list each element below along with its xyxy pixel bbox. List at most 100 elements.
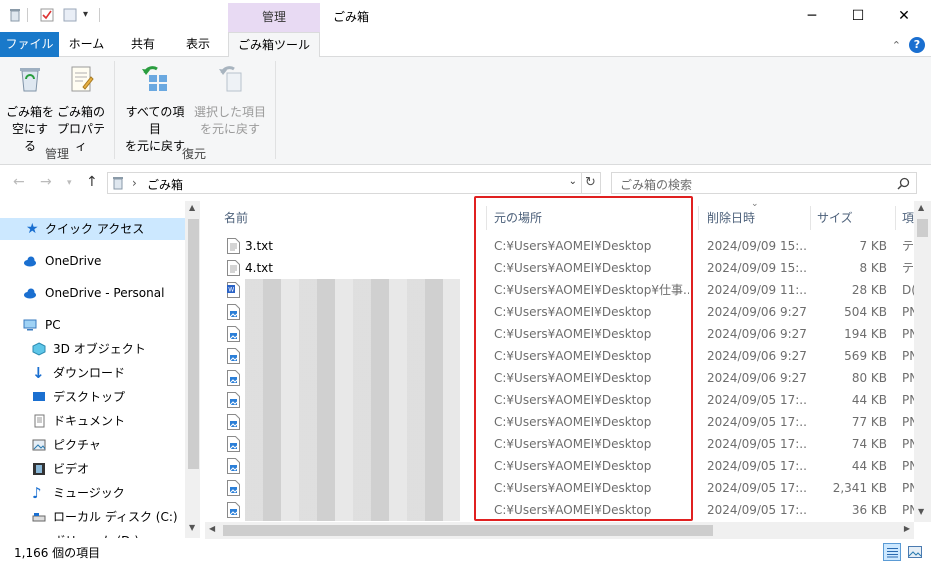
back-arrow-icon[interactable]: ← xyxy=(13,174,25,190)
nav-quick-access-label: クイック アクセス xyxy=(45,222,145,236)
file-deleted-date: 2024/09/05 17:... xyxy=(707,459,807,473)
file-type: PN xyxy=(902,305,914,319)
close-button[interactable]: ✕ xyxy=(881,0,927,32)
tab-share[interactable]: 共有 xyxy=(116,32,170,57)
restore-all-button[interactable]: すべての項目 を元に戻す xyxy=(120,63,190,155)
download-arrow-icon: ↓ xyxy=(32,364,45,382)
search-icon[interactable] xyxy=(897,177,910,190)
address-dropdown-icon[interactable]: ⌄ xyxy=(569,176,577,187)
nav-downloads[interactable]: ↓ ダウンロード xyxy=(0,362,185,384)
horizontal-scrollbar[interactable]: ◀ ▶ xyxy=(205,522,914,539)
file-deleted-date: 2024/09/06 9:27 xyxy=(707,305,807,319)
nav-videos-label: ビデオ xyxy=(53,462,90,476)
file-row[interactable]: C:¥Users¥AOMEI¥Desktop 2024/09/05 17:... 3… xyxy=(200,499,914,521)
nav-pc[interactable]: PC xyxy=(0,314,185,336)
details-view-button[interactable] xyxy=(883,543,901,561)
new-folder-quick-icon[interactable] xyxy=(63,8,77,22)
nav-3d-objects[interactable]: 3D オブジェクト xyxy=(0,338,185,360)
scroll-up-icon[interactable]: ▲ xyxy=(918,203,924,212)
scroll-down-icon[interactable]: ▼ xyxy=(189,523,195,532)
large-icons-view-button[interactable] xyxy=(906,543,924,561)
properties-quick-icon[interactable] xyxy=(40,8,54,22)
file-row[interactable]: C:¥Users¥AOMEI¥Desktop 2024/09/05 17:... 2… xyxy=(200,477,914,499)
maximize-icon: ☐ xyxy=(851,8,865,24)
file-list-scroll-thumb[interactable] xyxy=(917,219,928,237)
breadcrumb-recycle-bin[interactable]: ごみ箱 xyxy=(147,176,183,193)
file-type: D( xyxy=(902,283,914,297)
nav-quick-access[interactable]: ★ クイック アクセス xyxy=(0,218,185,240)
file-row[interactable]: W C:¥Users¥AOMEI¥Desktop¥仕事... 2024/09/09 … xyxy=(200,279,914,301)
forward-arrow-icon[interactable]: → xyxy=(40,174,52,190)
file-row[interactable]: 4.txt C:¥Users¥AOMEI¥Desktop 2024/09/09 15… xyxy=(200,257,914,279)
column-separator[interactable] xyxy=(810,206,811,230)
tab-file[interactable]: ファイル xyxy=(0,32,59,57)
help-icon[interactable]: ? xyxy=(909,37,925,53)
nav-onedrive-personal[interactable]: OneDrive - Personal xyxy=(0,282,185,304)
file-row[interactable]: C:¥Users¥AOMEI¥Desktop 2024/09/06 9:27 80 … xyxy=(200,367,914,389)
refresh-button[interactable]: ↻ xyxy=(581,172,601,194)
column-separator[interactable] xyxy=(486,206,487,230)
horizontal-scroll-thumb[interactable] xyxy=(223,525,713,536)
star-icon: ★ xyxy=(26,221,39,237)
tab-home[interactable]: ホーム xyxy=(59,32,114,57)
recycle-bin-properties-button[interactable]: ごみ箱の プロパティ xyxy=(56,63,106,155)
file-row[interactable]: C:¥Users¥AOMEI¥Desktop 2024/09/05 17:... 4… xyxy=(200,389,914,411)
up-arrow-icon[interactable]: ↑ xyxy=(86,174,98,190)
column-header-deleted[interactable]: 削除日時 xyxy=(707,206,755,230)
file-row[interactable]: C:¥Users¥AOMEI¥Desktop 2024/09/06 9:27 504… xyxy=(200,301,914,323)
scroll-down-icon[interactable]: ▼ xyxy=(918,507,924,516)
group-separator xyxy=(275,61,276,159)
context-tab-manage: 管理 xyxy=(228,3,320,32)
file-size: 28 KB xyxy=(851,283,887,297)
nav-music[interactable]: ♪ ミュージック xyxy=(0,482,185,504)
nav-scroll-thumb[interactable] xyxy=(188,219,199,469)
file-original-location: C:¥Users¥AOMEI¥Desktop xyxy=(494,481,652,495)
column-separator[interactable] xyxy=(698,206,699,230)
file-size: 36 KB xyxy=(851,503,887,517)
nav-volume-d[interactable]: ボリューム (D:) xyxy=(0,530,185,538)
file-name[interactable]: 3.txt xyxy=(245,235,273,257)
column-separator[interactable] xyxy=(895,206,896,230)
nav-desktop[interactable]: デスクトップ xyxy=(0,386,185,408)
file-row[interactable]: C:¥Users¥AOMEI¥Desktop 2024/09/06 9:27 569… xyxy=(200,345,914,367)
column-header-size[interactable]: サイズ xyxy=(817,206,853,230)
file-row[interactable]: C:¥Users¥AOMEI¥Desktop 2024/09/05 17:... 7… xyxy=(200,411,914,433)
nav-onedrive[interactable]: OneDrive xyxy=(0,250,185,272)
file-row[interactable]: C:¥Users¥AOMEI¥Desktop 2024/09/05 17:... 4… xyxy=(200,455,914,477)
scroll-right-icon[interactable]: ▶ xyxy=(904,524,910,533)
address-bar[interactable]: › ごみ箱 ⌄ xyxy=(107,172,582,194)
image-file-icon xyxy=(227,370,240,386)
maximize-button[interactable]: ☐ xyxy=(835,0,881,32)
nav-local-disk[interactable]: ローカル ディスク (C:) xyxy=(0,506,185,528)
image-file-icon xyxy=(227,304,240,320)
file-row[interactable]: 3.txt C:¥Users¥AOMEI¥Desktop 2024/09/09 15… xyxy=(200,235,914,257)
tab-recycle-bin-tools[interactable]: ごみ箱ツール xyxy=(228,32,320,58)
nav-videos[interactable]: ビデオ xyxy=(0,458,185,480)
search-box[interactable]: ごみ箱の検索 xyxy=(611,172,917,194)
tab-view[interactable]: 表示 xyxy=(171,32,225,57)
scroll-up-icon[interactable]: ▲ xyxy=(189,203,195,212)
empty-recycle-bin-button[interactable]: ごみ箱を 空にする xyxy=(6,63,54,155)
nav-music-label: ミュージック xyxy=(53,486,125,500)
nav-pictures[interactable]: ピクチャ xyxy=(0,434,185,456)
file-row[interactable]: C:¥Users¥AOMEI¥Desktop 2024/09/06 9:27 194… xyxy=(200,323,914,345)
nav-scrollbar[interactable]: ▲ ▼ xyxy=(185,201,200,538)
nav-onedrive-personal-label: OneDrive - Personal xyxy=(45,286,165,300)
file-row[interactable]: C:¥Users¥AOMEI¥Desktop 2024/09/05 17:... 7… xyxy=(200,433,914,455)
collapse-ribbon-icon[interactable]: ⌃ xyxy=(892,39,901,52)
minimize-button[interactable]: ─ xyxy=(789,0,835,32)
column-header-location[interactable]: 元の場所 xyxy=(494,206,542,230)
file-original-location: C:¥Users¥AOMEI¥Desktop¥仕事... xyxy=(494,283,689,297)
file-list-scrollbar[interactable]: ▲ ▼ xyxy=(914,201,931,522)
file-original-location: C:¥Users¥AOMEI¥Desktop xyxy=(494,327,652,341)
restore-selected-button[interactable]: 選択した項目 を元に戻す xyxy=(194,63,266,138)
file-deleted-date: 2024/09/05 17:... xyxy=(707,437,807,451)
nav-documents[interactable]: ドキュメント xyxy=(0,410,185,432)
column-header-name[interactable]: 名前 xyxy=(224,206,248,230)
column-header-type[interactable]: 項 xyxy=(902,206,914,230)
empty-recycle-bin-label-1: ごみ箱を xyxy=(6,105,55,119)
customize-quick-access-icon[interactable]: ▾ xyxy=(83,8,97,22)
file-name[interactable]: 4.txt xyxy=(245,257,273,279)
scroll-left-icon[interactable]: ◀ xyxy=(209,524,215,533)
recent-locations-icon[interactable]: ▾ xyxy=(67,178,72,188)
